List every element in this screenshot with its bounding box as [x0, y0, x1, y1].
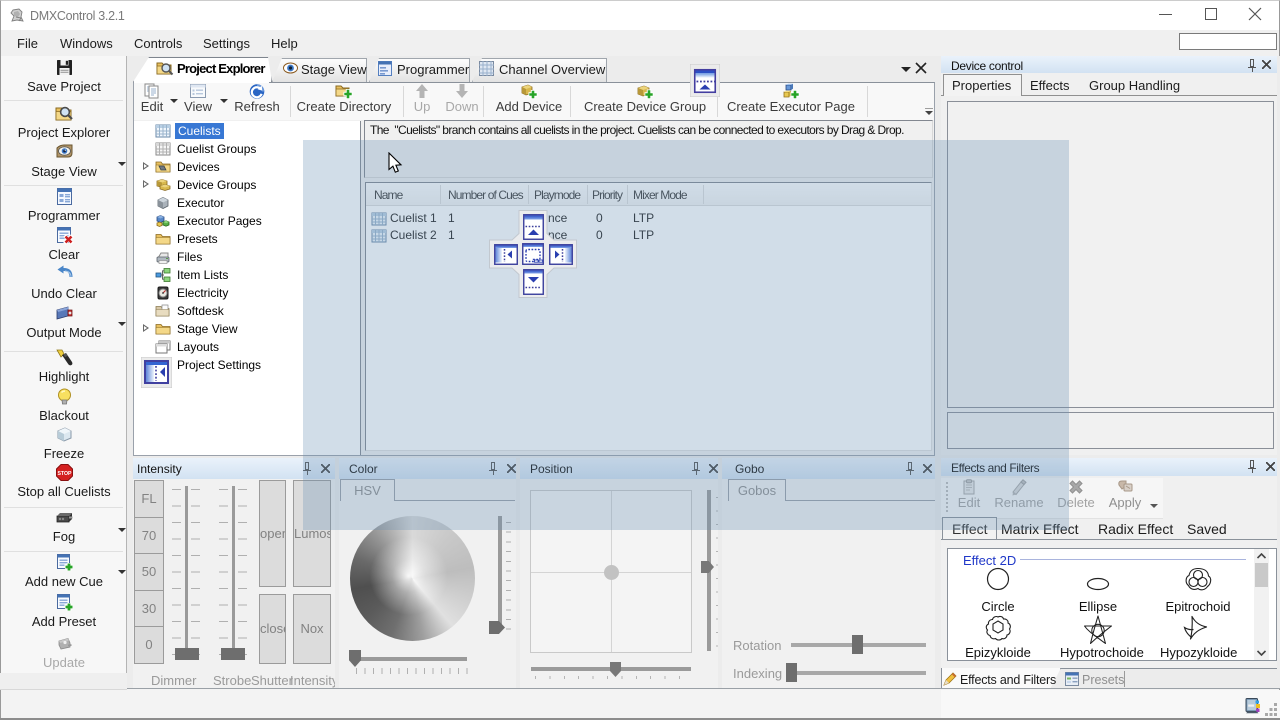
svg-text:STOP: STOP: [57, 471, 72, 477]
